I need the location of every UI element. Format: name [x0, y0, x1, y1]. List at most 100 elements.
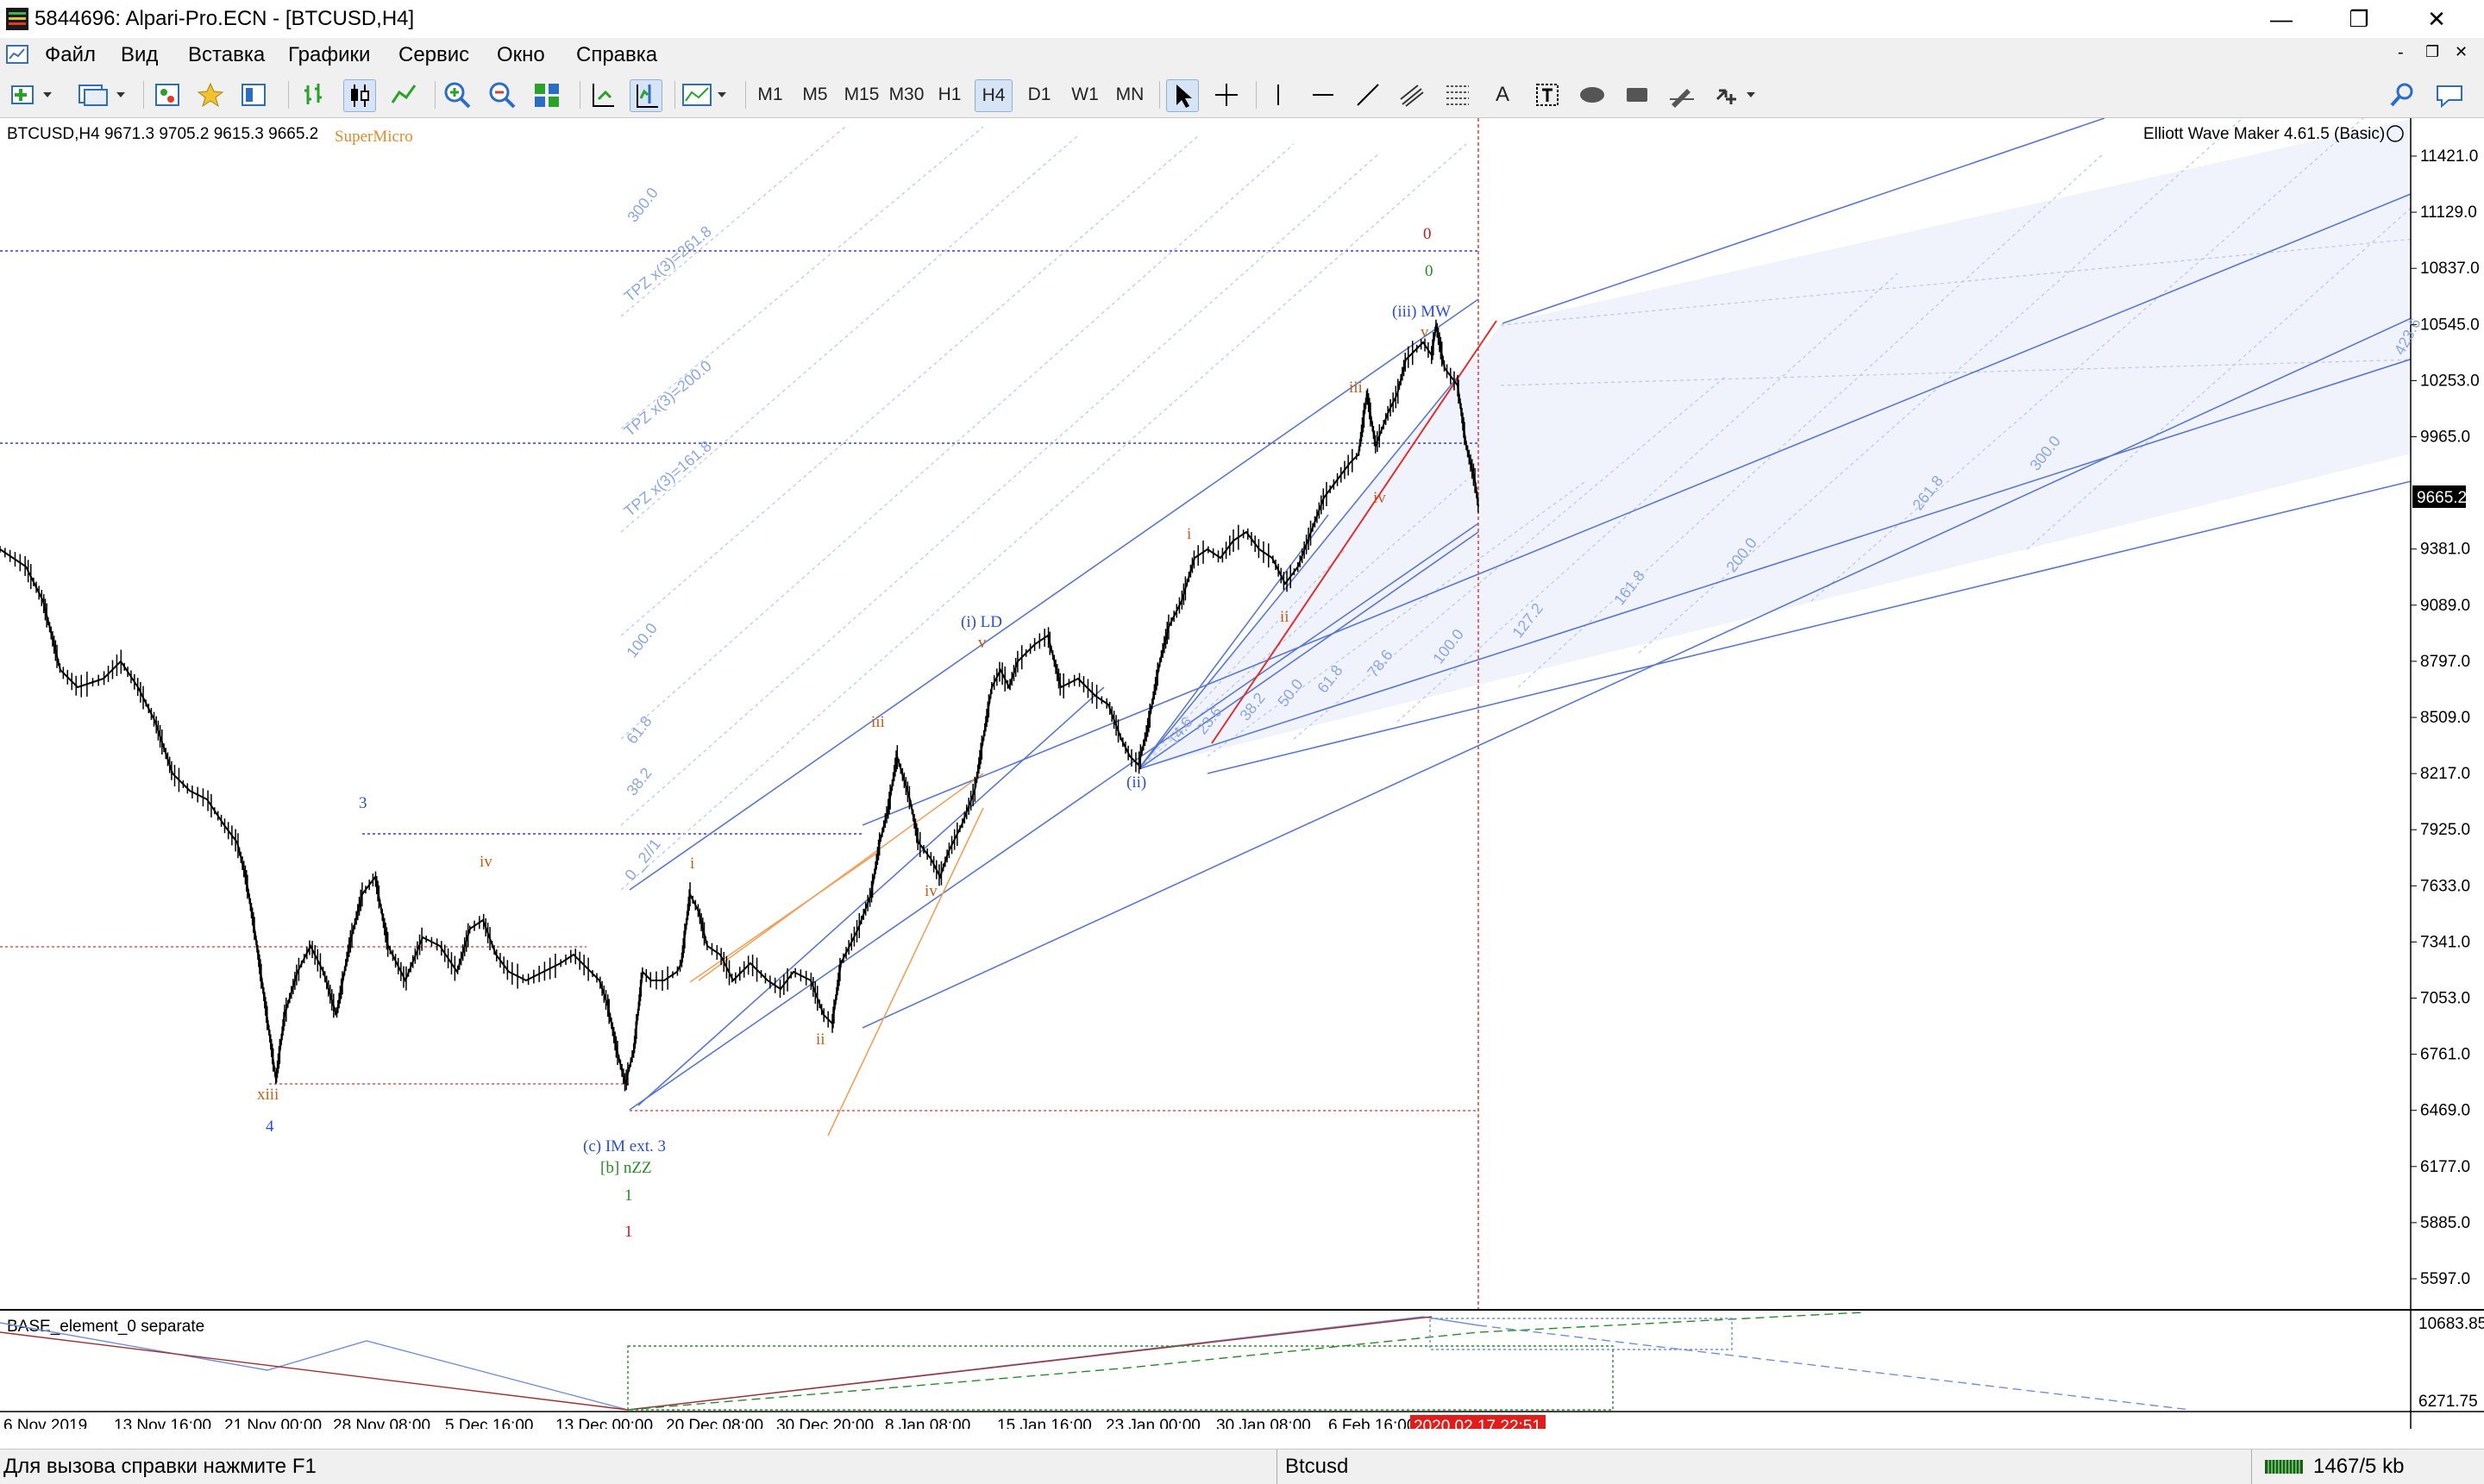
new-order-button[interactable] — [9, 79, 57, 110]
price-tick-label: 6177.0 — [2420, 1158, 2470, 1176]
symbol-info: BTCUSD,H4 9671.3 9705.2 9615.3 9665.2 — [7, 125, 318, 143]
wave-label-xiii: xiii — [257, 1086, 279, 1104]
menu-insert[interactable]: Вставка — [188, 43, 265, 67]
fibonacci-icon — [1446, 85, 1469, 105]
timeframe-h1[interactable]: H1 — [932, 79, 968, 110]
ellipse-icon — [1580, 87, 1604, 103]
arrow-tool[interactable] — [1666, 79, 1697, 110]
horizontal-line-icon — [1313, 94, 1333, 96]
zoom-out-button[interactable] — [486, 79, 518, 110]
bar-chart-button[interactable] — [298, 79, 329, 110]
menu-tools[interactable]: Сервис — [398, 43, 469, 67]
price-tick-label: 5597.0 — [2420, 1270, 2470, 1288]
time-tick-label: 13 Nov 16:00 — [114, 1417, 211, 1429]
wave-label-iii-right: iii — [1349, 379, 1363, 397]
toolbar: M1 M5 M15 M30 H1 H4 D1 W1 MN A — [0, 72, 2484, 118]
price-tick-label: 6469.0 — [2420, 1102, 2470, 1120]
chat-icon — [2437, 85, 2462, 108]
time-tick-label: 23 Jan 00:00 — [1106, 1417, 1201, 1429]
rectangle-icon — [1627, 88, 1647, 102]
text-label-tool[interactable] — [1532, 79, 1563, 110]
candlestick-chart-button[interactable] — [343, 79, 376, 112]
tile-windows-icon — [535, 84, 559, 107]
time-tick-label: 28 Nov 08:00 — [333, 1417, 430, 1429]
cursor-tool[interactable] — [1166, 79, 1199, 112]
tile-windows-button[interactable] — [531, 79, 562, 110]
line-chart-icon — [391, 85, 417, 103]
app-icon — [6, 8, 28, 30]
timeframe-mn[interactable]: MN — [1111, 79, 1149, 110]
terminal-button[interactable] — [238, 79, 269, 110]
wave-label-iv-right: iv — [1373, 489, 1386, 507]
timeframe-h4[interactable]: H4 — [975, 79, 1013, 112]
horizontal-line-tool[interactable] — [1308, 79, 1339, 110]
ellipse-tool[interactable] — [1577, 79, 1608, 110]
trendline-icon — [1357, 84, 1379, 106]
navigator-star-icon — [197, 82, 224, 108]
minimize-button[interactable]: — — [2242, 0, 2320, 38]
timeframe-d1[interactable]: D1 — [1021, 79, 1057, 110]
crosshair-tool[interactable] — [1211, 79, 1242, 110]
search-icon — [2390, 83, 2413, 107]
menu-charts[interactable]: Графики — [288, 43, 370, 67]
menu-file[interactable]: Файл — [45, 43, 96, 67]
fibonacci-tool[interactable] — [1442, 79, 1473, 110]
menu-view[interactable]: Вид — [121, 43, 158, 67]
status-traffic: 1467/5 kb — [2313, 1455, 2405, 1478]
child-close-button[interactable]: ✕ — [2455, 43, 2468, 61]
subwindow-tick-top: 10683.85 — [2418, 1315, 2484, 1333]
navigator-button[interactable] — [195, 79, 226, 110]
timeframe-m15[interactable]: M15 — [840, 79, 883, 110]
menu-window[interactable]: Окно — [497, 43, 545, 67]
price-tick-label: 5885.0 — [2420, 1214, 2470, 1232]
wave-label-b-nzz: [b] nZZ — [600, 1159, 652, 1177]
timeframe-w1[interactable]: W1 — [1066, 79, 1104, 110]
chat-button[interactable] — [2434, 79, 2465, 110]
price-tick-label: 8509.0 — [2420, 709, 2470, 727]
time-tick-label: 21 Nov 00:00 — [224, 1417, 322, 1429]
cursor-arrow-icon — [1176, 85, 1192, 108]
price-tick-label: 7633.0 — [2420, 877, 2470, 895]
time-tick-label: 13 Dec 00:00 — [555, 1417, 653, 1429]
zoom-in-icon — [444, 82, 471, 109]
wave-label-0-green: 0 — [1425, 262, 1433, 280]
close-button[interactable]: ✕ — [2398, 0, 2475, 38]
market-watch-icon — [155, 84, 179, 106]
timeframe-m5[interactable]: M5 — [797, 79, 833, 110]
wave-label-1-red: 1 — [624, 1223, 633, 1241]
search-button[interactable] — [2387, 79, 2418, 110]
equidistant-channel-tool[interactable] — [1397, 79, 1428, 110]
child-restore-button[interactable]: ❐ — [2425, 43, 2439, 61]
trendline-tool[interactable] — [1352, 79, 1383, 110]
menu-help[interactable]: Справка — [576, 43, 657, 67]
text-tool[interactable]: A — [1487, 79, 1518, 110]
wave-label-3: 3 — [359, 794, 367, 812]
autoscroll-button[interactable] — [586, 79, 618, 110]
menu-bar: Файл Вид Вставка Графики Сервис Окно Спр… — [0, 38, 2484, 72]
wave-label-v-right: v — [1421, 323, 1429, 341]
chart-shift-button[interactable] — [630, 79, 662, 112]
time-tick-label: 15 Jan 16:00 — [997, 1417, 1092, 1429]
wave-label-1-green: 1 — [624, 1187, 633, 1205]
line-chart-button[interactable] — [388, 79, 419, 110]
price-tick-label: 7341.0 — [2420, 933, 2470, 951]
child-minimize-button[interactable]: - — [2398, 43, 2404, 63]
price-chart[interactable]: BTCUSD,H4 9671.3 9705.2 9615.3 9665.2 Su… — [0, 118, 2484, 1429]
indicators-icon — [682, 84, 726, 106]
arrows-dropdown[interactable] — [1711, 79, 1760, 110]
price-tick-label: 9381.0 — [2420, 541, 2470, 559]
restore-button[interactable]: ❐ — [2320, 0, 2398, 38]
rectangle-tool[interactable] — [1622, 79, 1653, 110]
wave-label-i-ld: (i) LD — [961, 613, 1002, 631]
indicators-button[interactable] — [681, 79, 730, 110]
profiles-button[interactable] — [74, 79, 131, 110]
vertical-line-tool[interactable] — [1263, 79, 1294, 110]
status-bar: Для вызова справки нажмите F1 Btcusd 146… — [0, 1449, 2484, 1484]
wave-label-0-red: 0 — [1423, 225, 1432, 243]
market-watch-button[interactable] — [152, 79, 183, 110]
timeframe-m30[interactable]: M30 — [885, 79, 928, 110]
title-bar: 5844696: Alpari-Pro.ECN - [BTCUSD,H4] — … — [0, 0, 2484, 39]
price-tick-label: 7925.0 — [2420, 821, 2470, 839]
zoom-in-button[interactable] — [442, 79, 473, 110]
timeframe-m1[interactable]: M1 — [752, 79, 788, 110]
